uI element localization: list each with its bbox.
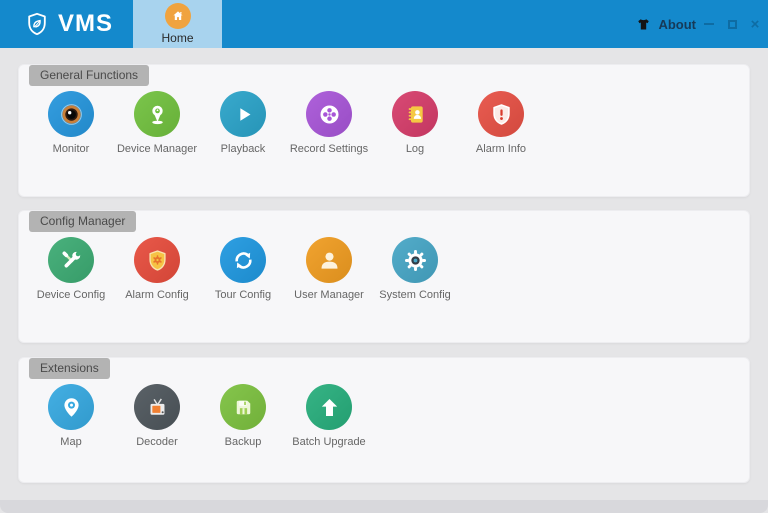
window-bottom-frame: [0, 500, 768, 513]
section-tag: General Functions: [29, 65, 149, 86]
app-item-label: Monitor: [53, 143, 90, 155]
record-settings-icon: [306, 91, 352, 137]
tab-home-label: Home: [161, 31, 193, 45]
app-item-label: Decoder: [136, 436, 178, 448]
app-item-alarm-config[interactable]: Alarm Config: [114, 237, 200, 301]
device-manager-icon: [134, 91, 180, 137]
app-item-label: Log: [406, 143, 424, 155]
section-general-functions: General Functions Monitor: [18, 64, 750, 197]
app-item-tour-config[interactable]: Tour Config: [200, 237, 286, 301]
app-title: VMS: [58, 10, 113, 38]
monitor-icon: [48, 91, 94, 137]
section-extensions: Extensions Map: [18, 357, 750, 483]
app-item-label: Map: [60, 436, 81, 448]
app-item-label: Backup: [225, 436, 262, 448]
app-item-record-settings[interactable]: Record Settings: [286, 91, 372, 155]
system-config-icon: [392, 237, 438, 283]
app-item-label: Batch Upgrade: [292, 436, 365, 448]
section-tag: Config Manager: [29, 211, 136, 232]
app-item-label: Alarm Info: [476, 143, 526, 155]
app-item-label: Tour Config: [215, 289, 271, 301]
section-config-manager: Config Manager Device Config: [18, 210, 750, 343]
app-item-label: Device Manager: [117, 143, 197, 155]
device-config-icon: [48, 237, 94, 283]
app-item-device-config[interactable]: Device Config: [28, 237, 114, 301]
app-item-monitor[interactable]: Monitor: [28, 91, 114, 155]
app-item-map[interactable]: Map: [28, 384, 114, 448]
app-item-system-config[interactable]: System Config: [372, 237, 458, 301]
app-item-label: User Manager: [294, 289, 364, 301]
backup-icon: [220, 384, 266, 430]
close-button[interactable]: ×: [748, 17, 762, 31]
app-item-label: Alarm Config: [125, 289, 189, 301]
home-icon: [165, 3, 191, 29]
tshirt-skin-icon: [635, 16, 652, 33]
user-manager-icon: [306, 237, 352, 283]
app-item-backup[interactable]: Backup: [200, 384, 286, 448]
app-item-log[interactable]: Log: [372, 91, 458, 155]
app-item-decoder[interactable]: Decoder: [114, 384, 200, 448]
shield-logo-icon: [24, 9, 50, 39]
about-label: About: [658, 17, 696, 32]
tab-home[interactable]: Home: [133, 0, 222, 48]
alarm-config-icon: [134, 237, 180, 283]
about-button[interactable]: About: [635, 0, 696, 48]
app-item-label: System Config: [379, 289, 451, 301]
app-item-label: Record Settings: [290, 143, 368, 155]
tour-config-icon: [220, 237, 266, 283]
map-icon: [48, 384, 94, 430]
window-controls: ×: [702, 0, 762, 48]
app-item-user-manager[interactable]: User Manager: [286, 237, 372, 301]
batch-upgrade-icon: [306, 384, 352, 430]
log-icon: [392, 91, 438, 137]
decoder-icon: [134, 384, 180, 430]
maximize-button[interactable]: [725, 17, 739, 31]
alarm-info-icon: [478, 91, 524, 137]
app-item-device-manager[interactable]: Device Manager: [114, 91, 200, 155]
app-brand: VMS: [24, 9, 113, 39]
app-item-alarm-info[interactable]: Alarm Info: [458, 91, 544, 155]
titlebar: VMS Home About ×: [0, 0, 768, 48]
app-item-batch-upgrade[interactable]: Batch Upgrade: [286, 384, 372, 448]
app-window: VMS Home About × General Functions: [0, 0, 768, 513]
playback-icon: [220, 91, 266, 137]
app-item-label: Device Config: [37, 289, 105, 301]
app-item-playback[interactable]: Playback: [200, 91, 286, 155]
minimize-button[interactable]: [702, 17, 716, 31]
app-item-label: Playback: [221, 143, 266, 155]
section-tag: Extensions: [29, 358, 110, 379]
